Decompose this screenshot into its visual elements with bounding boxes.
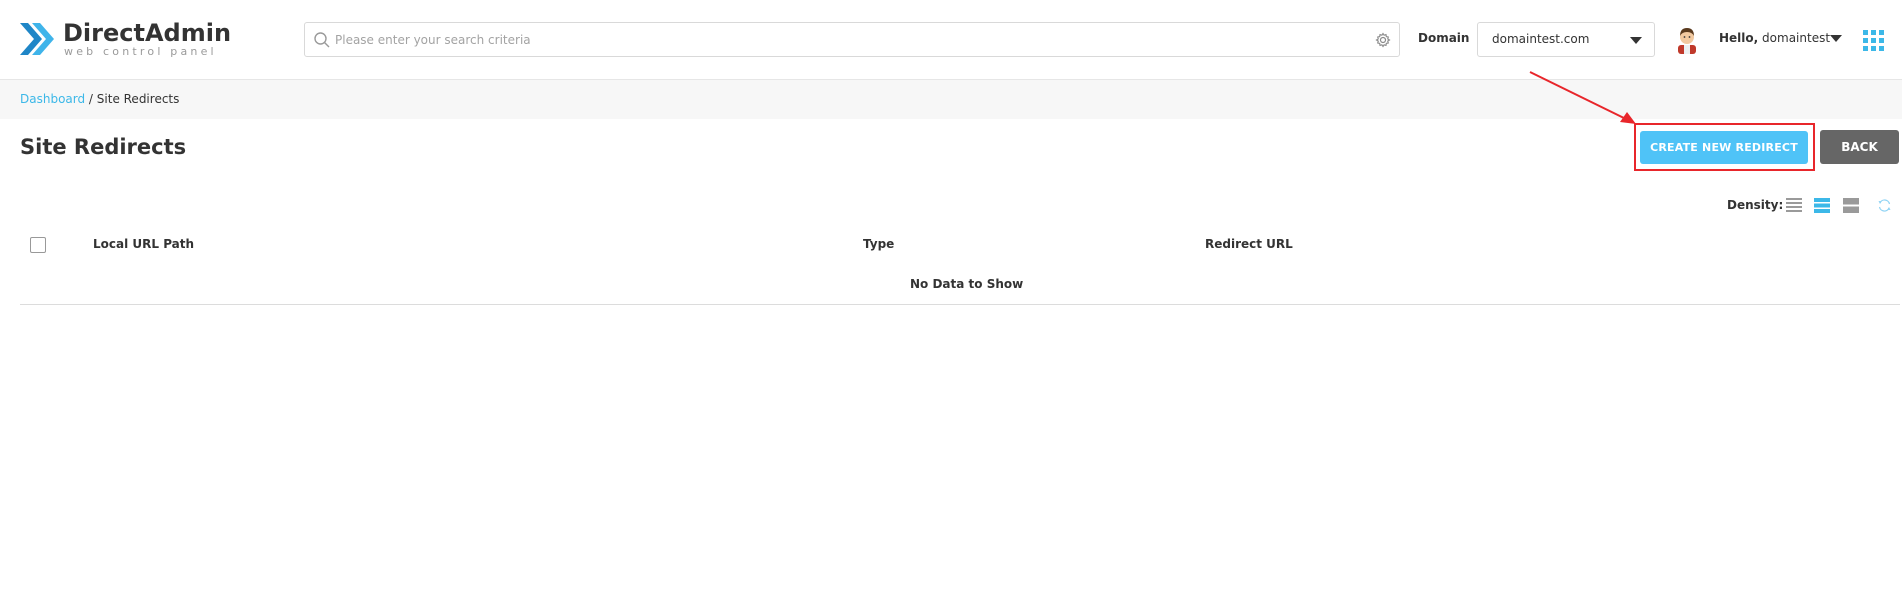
column-header-redirect-url[interactable]: Redirect URL — [1205, 237, 1293, 251]
breadcrumb: Dashboard / Site Redirects — [20, 92, 179, 106]
chevron-down-icon — [1630, 37, 1642, 44]
refresh-icon[interactable] — [1877, 198, 1892, 213]
breadcrumb-dashboard-link[interactable]: Dashboard — [20, 92, 85, 106]
search-input[interactable] — [335, 23, 1355, 56]
density-label: Density: — [1727, 198, 1784, 212]
apps-grid-icon[interactable] — [1863, 30, 1884, 51]
column-header-type[interactable]: Type — [863, 237, 894, 251]
empty-table-message: No Data to Show — [910, 277, 1024, 291]
greeting-text: Hello, — [1719, 31, 1759, 45]
domain-label: Domain — [1418, 31, 1470, 45]
page-title: Site Redirects — [20, 135, 187, 159]
gear-icon[interactable] — [1375, 32, 1391, 48]
density-comfortable-icon[interactable] — [1843, 198, 1859, 213]
back-button[interactable]: BACK — [1820, 130, 1899, 164]
avatar[interactable] — [1675, 26, 1699, 54]
table-divider — [20, 304, 1900, 305]
density-normal-icon[interactable] — [1814, 198, 1830, 213]
user-menu-chevron-icon[interactable] — [1830, 35, 1842, 42]
select-all-checkbox[interactable] — [30, 237, 46, 253]
density-compact-icon[interactable] — [1786, 198, 1802, 213]
search-icon — [314, 32, 330, 48]
logo-title: DirectAdmin — [63, 19, 232, 47]
logo-subtitle: web control panel — [64, 45, 217, 58]
search-box[interactable] — [304, 22, 1400, 57]
column-header-local-url-path[interactable]: Local URL Path — [93, 237, 194, 251]
domain-select[interactable]: domaintest.com — [1477, 22, 1655, 57]
user-greeting[interactable]: Hello, domaintest — [1719, 31, 1830, 45]
domain-value: domaintest.com — [1492, 32, 1590, 46]
create-new-redirect-button[interactable]: CREATE NEW REDIRECT — [1640, 131, 1808, 164]
logo-mark-icon — [20, 23, 54, 55]
username: domaintest — [1762, 31, 1831, 45]
directadmin-logo[interactable]: DirectAdmin web control panel — [18, 17, 231, 63]
annotation-arrow — [1529, 71, 1636, 124]
top-navbar: DirectAdmin web control panel Domain dom… — [0, 0, 1902, 80]
breadcrumb-current: Site Redirects — [96, 92, 180, 106]
breadcrumb-separator: / — [85, 92, 97, 106]
